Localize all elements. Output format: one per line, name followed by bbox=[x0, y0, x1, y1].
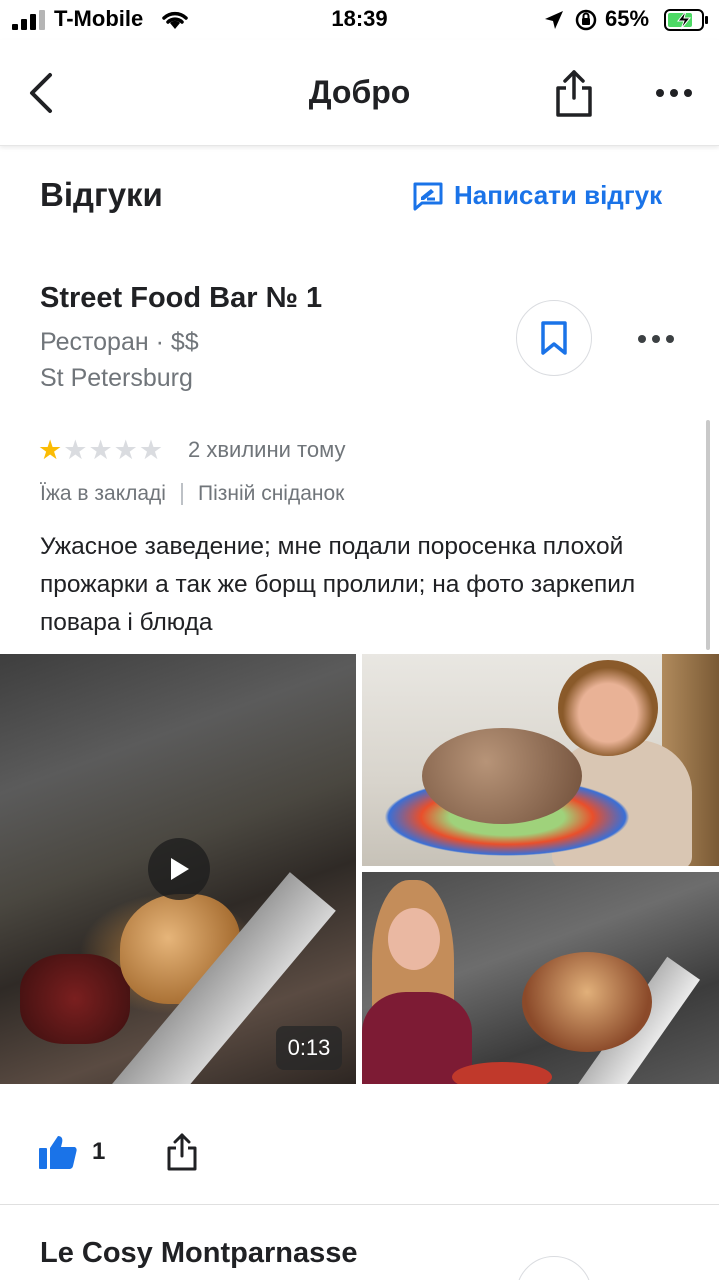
review-photo[interactable] bbox=[362, 654, 719, 866]
page-title: Добро bbox=[308, 74, 411, 110]
review-text: Ужасное заведение; мне подали поросенка … bbox=[40, 533, 636, 636]
bookmark-icon bbox=[541, 321, 567, 355]
share-icon[interactable] bbox=[554, 68, 594, 118]
more-horizontal-icon[interactable] bbox=[636, 332, 676, 346]
star-empty-icon: ★ bbox=[113, 435, 138, 465]
place-category: Ресторан · $$ bbox=[40, 328, 199, 356]
place-city: St Petersburg bbox=[40, 364, 193, 392]
review-photo[interactable] bbox=[362, 872, 719, 1084]
battery-charging-icon bbox=[664, 9, 708, 31]
status-bar: T-Mobile 18:39 65% bbox=[0, 0, 719, 40]
star-filled-icon: ★ bbox=[38, 435, 63, 465]
like-count: 1 bbox=[92, 1138, 106, 1165]
place-name[interactable]: Street Food Bar № 1 bbox=[40, 282, 322, 315]
reviews-section-title: Відгуки bbox=[40, 176, 163, 213]
write-review-label: Написати відгук bbox=[454, 180, 663, 210]
rotation-lock-icon bbox=[575, 9, 597, 31]
review-tag: Їжа в закладі bbox=[40, 482, 166, 505]
rate-review-icon bbox=[413, 182, 443, 210]
review-time: 2 хвилини тому bbox=[188, 437, 346, 462]
divider bbox=[0, 1204, 719, 1205]
tag-divider bbox=[180, 483, 183, 505]
video-duration: 0:13 bbox=[276, 1026, 342, 1070]
photo-detail bbox=[452, 1062, 552, 1084]
photo-detail bbox=[20, 954, 130, 1044]
location-arrow-icon bbox=[545, 11, 563, 29]
star-empty-icon: ★ bbox=[138, 435, 164, 465]
star-empty-icon: ★ bbox=[63, 435, 88, 465]
top-app-bar: Добро bbox=[0, 40, 719, 146]
battery-percentage: 65% bbox=[605, 6, 650, 31]
share-icon[interactable] bbox=[166, 1132, 198, 1172]
like-button[interactable]: 1 bbox=[38, 1134, 105, 1170]
write-review-button[interactable]: Написати відгук bbox=[412, 180, 662, 211]
photo-detail bbox=[558, 660, 658, 756]
thumbs-up-icon bbox=[39, 1136, 77, 1169]
photo-detail bbox=[422, 728, 582, 824]
review-tags: Їжа в закладі Пізній сніданок bbox=[40, 482, 344, 506]
play-button[interactable] bbox=[148, 838, 210, 900]
review-tag: Пізній сніданок bbox=[197, 482, 345, 505]
save-place-button[interactable] bbox=[516, 300, 592, 376]
photo-detail bbox=[522, 952, 652, 1052]
save-place-button[interactable] bbox=[516, 1256, 592, 1280]
photo-detail bbox=[388, 908, 440, 970]
scrollbar[interactable] bbox=[706, 420, 710, 650]
play-icon bbox=[171, 858, 189, 880]
review-video-thumbnail[interactable]: 0:13 bbox=[0, 654, 356, 1084]
star-empty-icon: ★ bbox=[88, 435, 113, 465]
place-name[interactable]: Le Cosy Montparnasse bbox=[40, 1237, 357, 1270]
star-rating: ★ ★ ★ ★ ★ bbox=[38, 436, 163, 464]
more-horizontal-icon[interactable] bbox=[654, 86, 694, 100]
